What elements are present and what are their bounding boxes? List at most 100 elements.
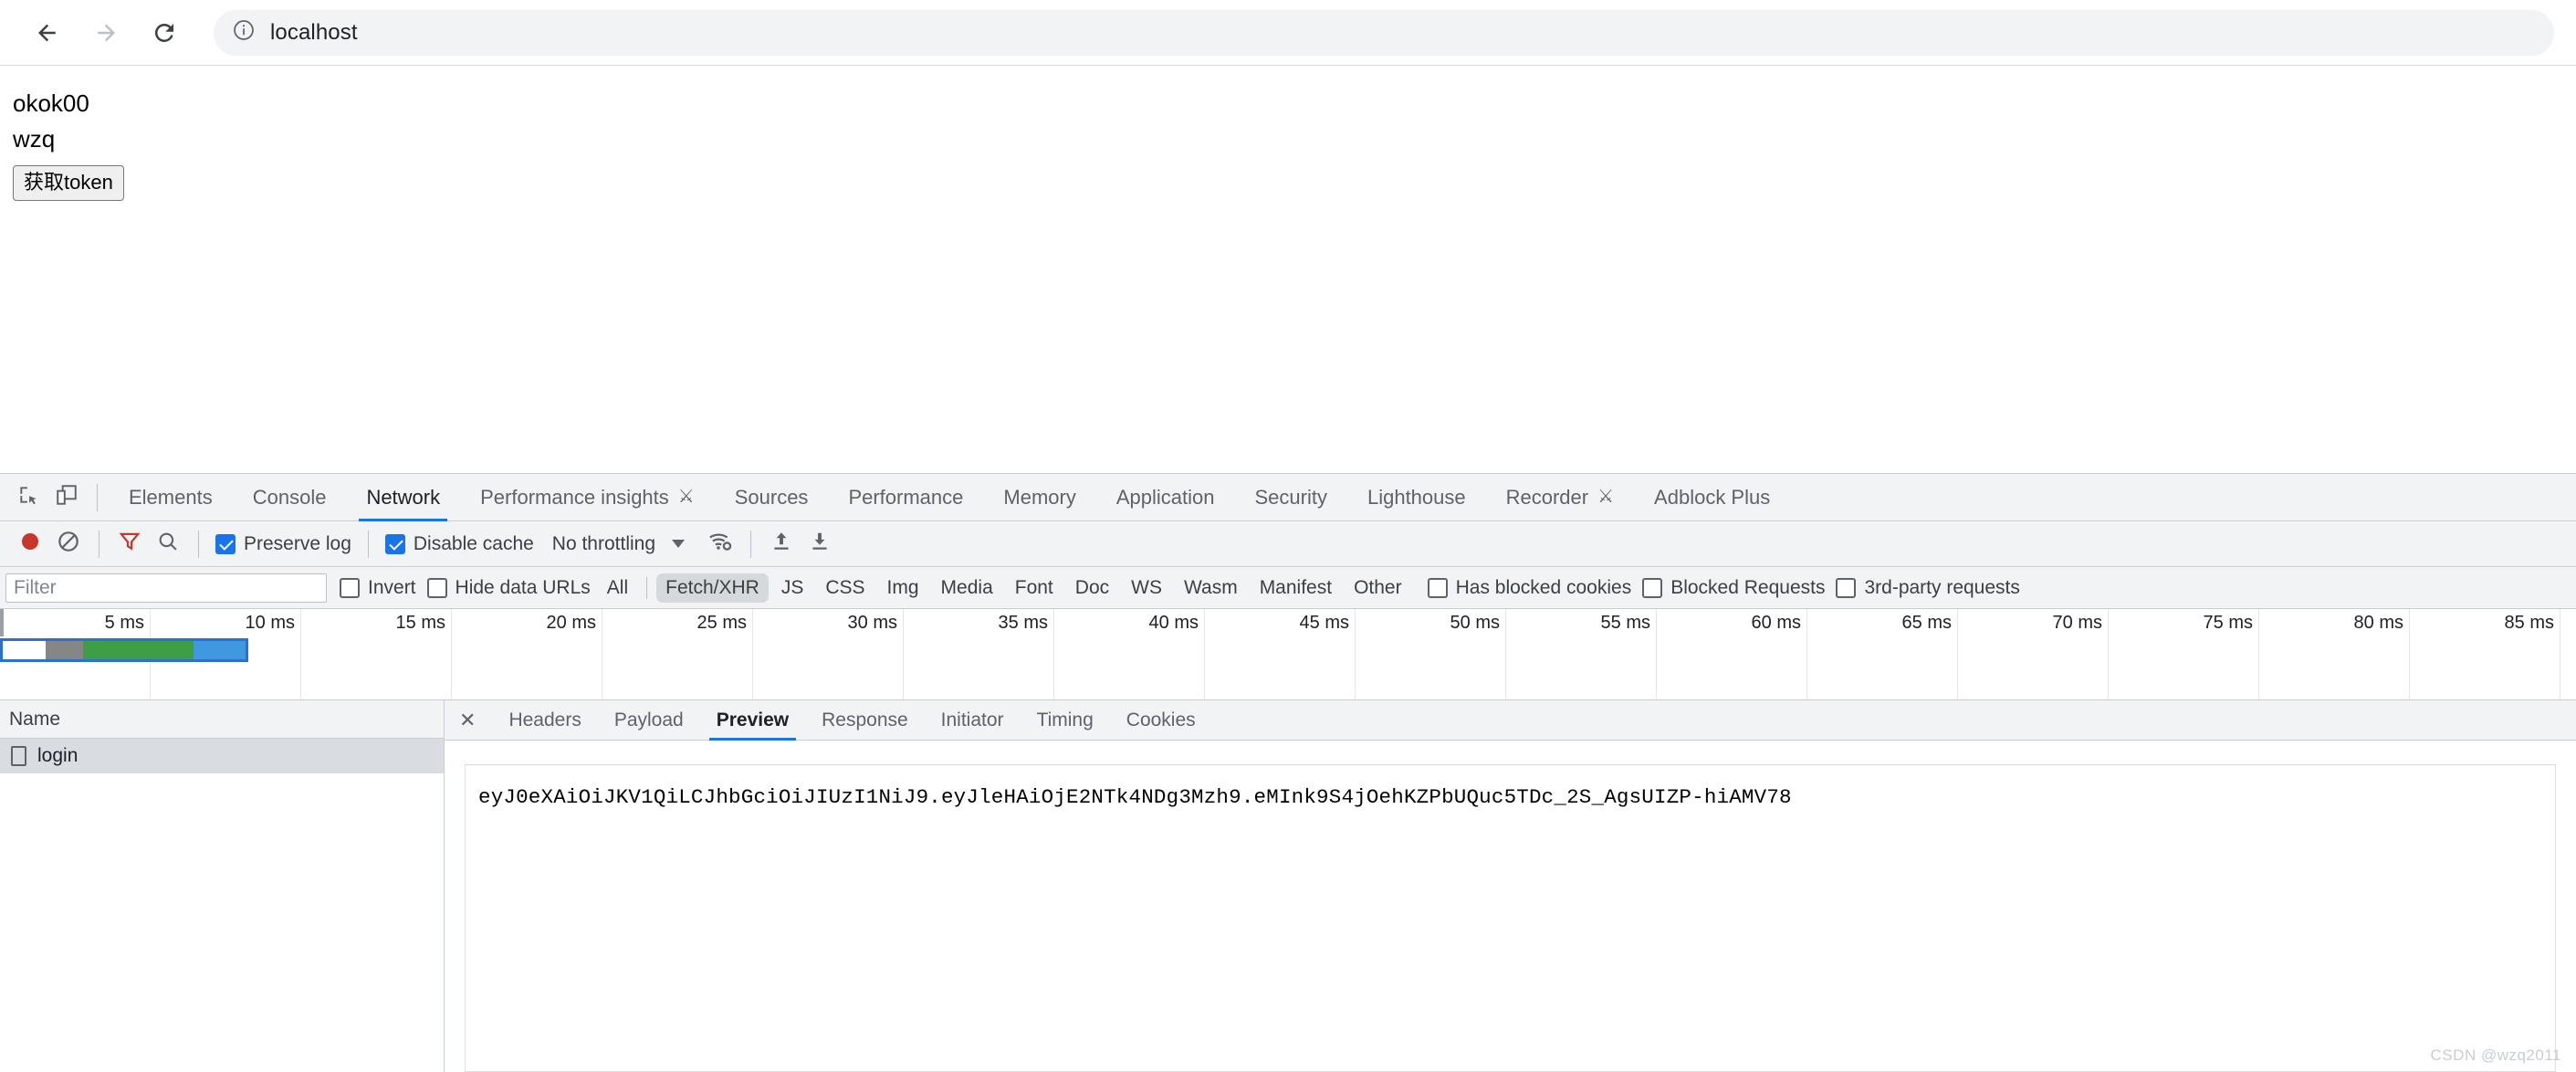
resource-type-manifest[interactable]: Manifest — [1251, 573, 1341, 603]
reload-button[interactable] — [139, 7, 190, 58]
request-list: Name login — [0, 700, 445, 1072]
tab-label: Network — [366, 485, 441, 509]
preserve-log-label: Preserve log — [244, 532, 351, 554]
timeline-tick-label: 85 ms — [2504, 613, 2554, 633]
timeline-tick: 85 ms — [0, 609, 2560, 699]
checkbox-box — [215, 533, 236, 554]
detail-tab-cookies[interactable]: Cookies — [1110, 700, 1212, 741]
filter-funnel-icon — [118, 530, 141, 558]
get-token-button[interactable]: 获取token — [13, 165, 124, 201]
chevron-down-icon[interactable] — [672, 540, 686, 548]
devtools-tabbar: Elements Console Network Performance ins… — [0, 474, 2576, 521]
devtools-tab-sources[interactable]: Sources — [715, 474, 829, 521]
search-icon — [156, 530, 180, 558]
filter-button[interactable] — [110, 525, 149, 563]
invert-checkbox[interactable]: Invert — [334, 577, 422, 599]
resource-type-doc[interactable]: Doc — [1066, 573, 1118, 603]
record-button-icon — [16, 528, 44, 560]
devtools-tab-performance[interactable]: Performance — [828, 474, 983, 521]
request-detail-pane: ✕ Headers Payload Preview Response Initi… — [445, 700, 2576, 1072]
tabbar-divider — [97, 483, 98, 511]
hide-data-urls-checkbox[interactable]: Hide data URLs — [422, 577, 596, 599]
close-icon[interactable]: ✕ — [454, 709, 492, 730]
page-text-line-2: wzq — [13, 124, 56, 152]
resource-type-other[interactable]: Other — [1345, 573, 1411, 603]
export-har-icon — [808, 530, 832, 558]
address-bar[interactable]: localhost — [214, 9, 2554, 56]
forward-button[interactable] — [80, 7, 131, 58]
detail-tab-payload[interactable]: Payload — [598, 700, 700, 741]
tab-label: Elements — [129, 485, 213, 509]
resource-type-media[interactable]: Media — [932, 573, 1002, 603]
network-filter-bar: Filter Invert Hide data URLs All Fetch/X… — [0, 567, 2576, 609]
tab-label: Lighthouse — [1367, 485, 1466, 509]
inspect-element-button[interactable] — [9, 478, 47, 517]
import-har-button[interactable] — [762, 525, 801, 563]
devtools-tab-performance-insights[interactable]: Performance insights ⚔ — [460, 474, 715, 521]
search-button[interactable] — [149, 525, 187, 563]
network-overview-timeline[interactable]: 5 ms 10 ms 15 ms 20 ms 25 ms 30 ms 35 ms 40 ms 4… — [0, 609, 2576, 700]
network-conditions-icon — [707, 529, 733, 559]
throttling-select[interactable]: No throttling — [539, 533, 665, 555]
waterfall-segment-waiting-ttfb — [83, 641, 194, 659]
resource-type-css[interactable]: CSS — [816, 573, 874, 603]
flask-icon: ⚔ — [677, 486, 695, 507]
toolbar-divider-2 — [198, 530, 199, 558]
devtools-tab-console[interactable]: Console — [233, 474, 347, 521]
devtools-tab-security[interactable]: Security — [1234, 474, 1346, 521]
preview-body: eyJ0eXAiOiJKV1QiLCJhbGciOiJIUzI1NiJ9.eyJ… — [445, 741, 2576, 1072]
import-har-icon — [770, 530, 793, 558]
devtools-tab-network[interactable]: Network — [346, 474, 460, 521]
devtools-tab-elements[interactable]: Elements — [109, 474, 233, 521]
network-toolbar: Preserve log Disable cache No throttling — [0, 521, 2576, 567]
waterfall-bar[interactable] — [0, 638, 248, 662]
disable-cache-checkbox[interactable]: Disable cache — [380, 533, 539, 555]
has-blocked-cookies-label: Has blocked cookies — [1455, 576, 1632, 598]
network-conditions-button[interactable] — [701, 525, 739, 563]
device-toolbar-button[interactable] — [47, 478, 86, 517]
third-party-requests-checkbox[interactable]: 3rd-party requests — [1830, 577, 2025, 599]
resource-type-js[interactable]: JS — [772, 573, 813, 603]
clear-network-log-button[interactable] — [49, 525, 88, 563]
resource-type-fetch-xhr[interactable]: Fetch/XHR — [656, 573, 769, 603]
tab-label: Recorder — [1505, 485, 1589, 509]
has-blocked-cookies-checkbox[interactable]: Has blocked cookies — [1422, 577, 1638, 599]
resource-type-img[interactable]: Img — [878, 573, 928, 603]
filter-input[interactable]: Filter — [5, 573, 327, 603]
resource-type-font[interactable]: Font — [1006, 573, 1063, 603]
flask-icon: ⚔ — [1597, 486, 1615, 507]
request-list-header[interactable]: Name — [0, 700, 444, 739]
page-text-line-1: okok00 — [13, 89, 89, 117]
devtools-tab-recorder[interactable]: Recorder ⚔ — [1486, 474, 1634, 521]
reload-icon — [151, 19, 178, 47]
detail-tab-initiator[interactable]: Initiator — [925, 700, 1021, 741]
jwt-token-text[interactable]: eyJ0eXAiOiJKV1QiLCJhbGciOiJIUzI1NiJ9.eyJ… — [478, 785, 2542, 809]
resource-type-all[interactable]: All — [598, 573, 637, 603]
preserve-log-checkbox[interactable]: Preserve log — [210, 533, 357, 555]
resource-type-wasm[interactable]: Wasm — [1175, 573, 1247, 603]
record-button[interactable] — [11, 525, 49, 563]
devtools-tab-adblock-plus[interactable]: Adblock Plus — [1634, 474, 1790, 521]
detail-tab-preview[interactable]: Preview — [700, 700, 805, 741]
page-viewport: okok00 wzq 获取token — [0, 66, 2576, 472]
blocked-requests-label: Blocked Requests — [1670, 576, 1826, 598]
back-button[interactable] — [22, 7, 73, 58]
devtools-tab-memory[interactable]: Memory — [983, 474, 1095, 521]
devtools-tab-lighthouse[interactable]: Lighthouse — [1347, 474, 1486, 521]
info-circle-icon[interactable] — [232, 18, 256, 47]
arrow-left-icon — [34, 19, 61, 47]
document-icon — [11, 746, 26, 766]
detail-tab-headers[interactable]: Headers — [492, 700, 597, 741]
blocked-requests-checkbox[interactable]: Blocked Requests — [1637, 577, 1830, 599]
browser-toolbar: localhost — [0, 0, 2576, 66]
export-har-button[interactable] — [801, 525, 839, 563]
resource-type-ws[interactable]: WS — [1122, 573, 1171, 603]
devtools-tab-application[interactable]: Application — [1096, 474, 1235, 521]
tab-label: Console — [252, 485, 327, 509]
detail-tab-response[interactable]: Response — [805, 700, 925, 741]
tab-label: Application — [1115, 485, 1215, 509]
table-row[interactable]: login — [0, 739, 444, 773]
detail-tab-timing[interactable]: Timing — [1021, 700, 1110, 741]
tab-label: Security — [1254, 485, 1327, 509]
address-bar-url[interactable]: localhost — [270, 20, 358, 46]
